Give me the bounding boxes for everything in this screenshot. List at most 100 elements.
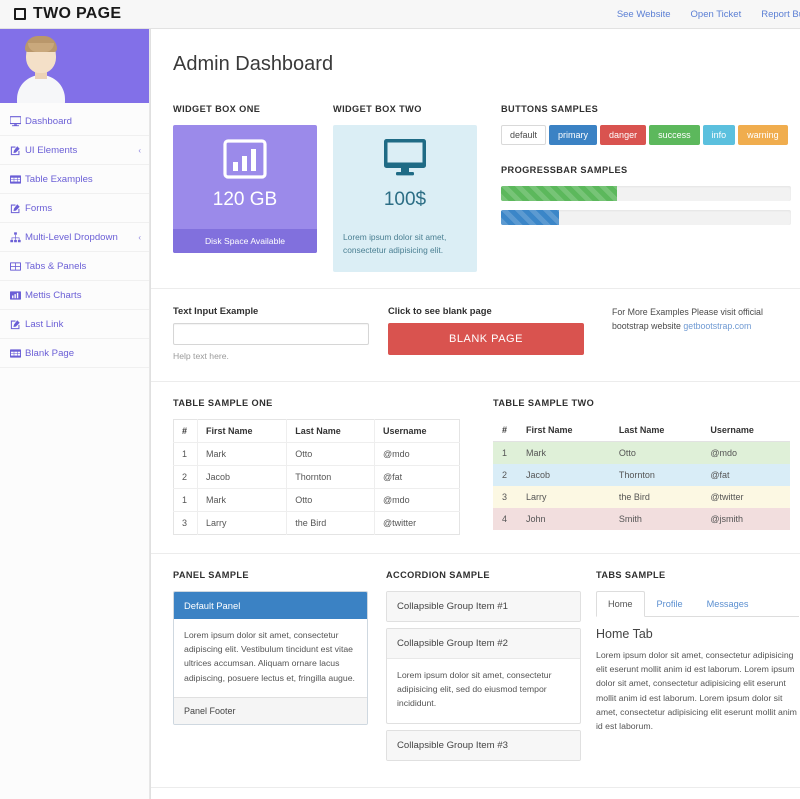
sidebar-item-ui-elements[interactable]: UI Elements ‹ — [0, 136, 149, 165]
accordion-item-2: Collapsible Group Item #2 Lorem ipsum do… — [386, 628, 581, 723]
cell-first-name: Larry — [517, 486, 610, 508]
button-success[interactable]: success — [649, 125, 700, 145]
sidebar-item-label: Forms — [25, 203, 141, 214]
sidebar-item-dashboard[interactable]: Dashboard — [0, 107, 149, 136]
brand[interactable]: TWO PAGE — [14, 5, 121, 23]
sidebar-nav: Dashboard UI Elements ‹ Table Examples — [0, 103, 149, 368]
revenue-value: 100$ — [341, 189, 469, 211]
sidebar-item-forms[interactable]: Forms — [0, 194, 149, 223]
search-input[interactable] — [173, 323, 369, 345]
avatar-image — [14, 35, 68, 103]
table-row: 2 Jacob Thornton @fat — [174, 466, 460, 489]
cell-last-name: Thornton — [610, 464, 701, 486]
disk-space-value: 120 GB — [181, 189, 309, 217]
chevron-left-icon: ‹ — [138, 146, 141, 155]
tab-profile[interactable]: Profile — [645, 591, 695, 617]
cell-number: 3 — [493, 486, 517, 508]
disk-space-widget[interactable]: 120 GB Disk Space Available — [173, 125, 317, 253]
cell-last-name: Otto — [287, 443, 375, 466]
table-row: 1 Mark Otto @mdo — [174, 489, 460, 512]
sidebar-item-label: Blank Page — [25, 348, 141, 359]
progress-bar-success — [501, 186, 617, 201]
button-default[interactable]: default — [501, 125, 546, 145]
chart-icon — [10, 290, 25, 301]
cell-number: 2 — [493, 464, 517, 486]
cell-number: 2 — [174, 466, 198, 489]
main-content: Admin Dashboard WIDGET BOX ONE 120 GB Di… — [150, 29, 800, 799]
sidebar-item-mettis-charts[interactable]: Mettis Charts — [0, 281, 149, 310]
button-warning[interactable]: warning — [738, 125, 788, 145]
progress-track-primary — [501, 210, 791, 225]
chevron-left-icon: ‹ — [138, 233, 141, 242]
tab-panel-text: Lorem ipsum dolor sit amet, consectetur … — [596, 648, 799, 733]
button-danger[interactable]: danger — [600, 125, 646, 145]
blank-page-button[interactable]: BLANK PAGE — [388, 323, 584, 355]
pencil-square-icon — [10, 145, 25, 156]
table-row-success: 1 Mark Otto @mdo — [493, 442, 790, 465]
cell-number: 1 — [493, 442, 517, 465]
column-header-username: Username — [701, 419, 790, 442]
blank-page-label: Click to see blank page — [388, 305, 600, 316]
sidebar-item-label: Table Examples — [25, 174, 141, 185]
buttons-samples-label: BUTTONS SAMPLES — [501, 104, 791, 114]
cell-last-name: Otto — [610, 442, 701, 465]
table-one: # First Name Last Name Username 1 Mark O… — [173, 419, 460, 535]
getbootstrap-link[interactable]: getbootstrap.com — [683, 321, 751, 331]
revenue-subtext: Lorem ipsum dolor sit amet, consectetur … — [333, 223, 477, 272]
sidebar-item-blank-page[interactable]: Blank Page — [0, 339, 149, 368]
sidebar-item-table-examples[interactable]: Table Examples — [0, 165, 149, 194]
cell-username: @mdo — [701, 442, 790, 465]
cell-last-name: Smith — [610, 508, 701, 530]
column-header-last-name: Last Name — [287, 420, 375, 443]
column-header-last-name: Last Name — [610, 419, 701, 442]
table-row-warning: 3 Larry the Bird @twitter — [493, 486, 790, 508]
tables-section: TABLE SAMPLE ONE # First Name Last Name … — [151, 381, 800, 553]
column-header-first-name: First Name — [198, 420, 287, 443]
button-info[interactable]: info — [703, 125, 736, 145]
sidebar-item-label: Tabs & Panels — [25, 261, 141, 272]
disk-space-footer: Disk Space Available — [173, 229, 317, 253]
sidebar-item-tabs-panels[interactable]: Tabs & Panels — [0, 252, 149, 281]
table-row: 1 Mark Otto @mdo — [174, 443, 460, 466]
accordion-header-2[interactable]: Collapsible Group Item #2 — [387, 629, 580, 658]
link-see-website[interactable]: See Website — [617, 9, 671, 20]
monitor-icon — [10, 116, 25, 127]
tab-messages[interactable]: Messages — [695, 591, 761, 617]
accordion-header-3[interactable]: Collapsible Group Item #3 — [387, 731, 580, 760]
panel-heading: Default Panel — [174, 592, 367, 619]
link-open-ticket[interactable]: Open Ticket — [691, 9, 742, 20]
cell-first-name: Jacob — [517, 464, 610, 486]
panel-footer: Panel Footer — [174, 697, 367, 724]
sidebar-item-last-link[interactable]: Last Link — [0, 310, 149, 339]
top-links: See Website Open Ticket Report Bu — [617, 0, 800, 29]
widgets-section: WIDGET BOX ONE 120 GB Disk Space Availab… — [151, 90, 800, 288]
cell-username: @mdo — [375, 443, 460, 466]
components-section: PANEL SAMPLE Default Panel Lorem ipsum d… — [151, 553, 800, 786]
sidebar-item-multi-level-dropdown[interactable]: Multi-Level Dropdown ‹ — [0, 223, 149, 252]
panel-body: Lorem ipsum dolor sit amet, consectetur … — [174, 619, 367, 696]
avatar-body — [17, 75, 65, 103]
tab-home[interactable]: Home — [596, 591, 645, 617]
link-report-bug[interactable]: Report Bu — [761, 9, 800, 20]
pencil-square-icon — [10, 319, 25, 330]
help-text: Help text here. — [173, 351, 388, 361]
cell-last-name: the Bird — [610, 486, 701, 508]
cell-number: 3 — [174, 512, 198, 535]
widget-one-label: WIDGET BOX ONE — [173, 104, 333, 114]
page-layout: Dashboard UI Elements ‹ Table Examples — [0, 29, 800, 799]
buttons-progress-column: BUTTONS SAMPLES default primary danger s… — [489, 104, 791, 272]
table-icon — [10, 174, 25, 185]
buttons-group: default primary danger success info warn… — [501, 125, 791, 145]
table-row-danger: 4 John Smith @jsmith — [493, 508, 790, 530]
accordion-item-3: Collapsible Group Item #3 — [386, 730, 581, 761]
cell-first-name: Mark — [198, 443, 287, 466]
accordion-item-1: Collapsible Group Item #1 — [386, 591, 581, 622]
sitemap-icon — [10, 232, 25, 243]
cell-first-name: Mark — [198, 489, 287, 512]
grid-icon — [10, 261, 25, 272]
accordion-header-1[interactable]: Collapsible Group Item #1 — [387, 592, 580, 621]
button-primary[interactable]: primary — [549, 125, 597, 145]
revenue-widget[interactable]: 100$ Lorem ipsum dolor sit amet, consect… — [333, 125, 477, 272]
table-sample-one: TABLE SAMPLE ONE # First Name Last Name … — [173, 398, 493, 535]
table-icon — [10, 348, 25, 359]
